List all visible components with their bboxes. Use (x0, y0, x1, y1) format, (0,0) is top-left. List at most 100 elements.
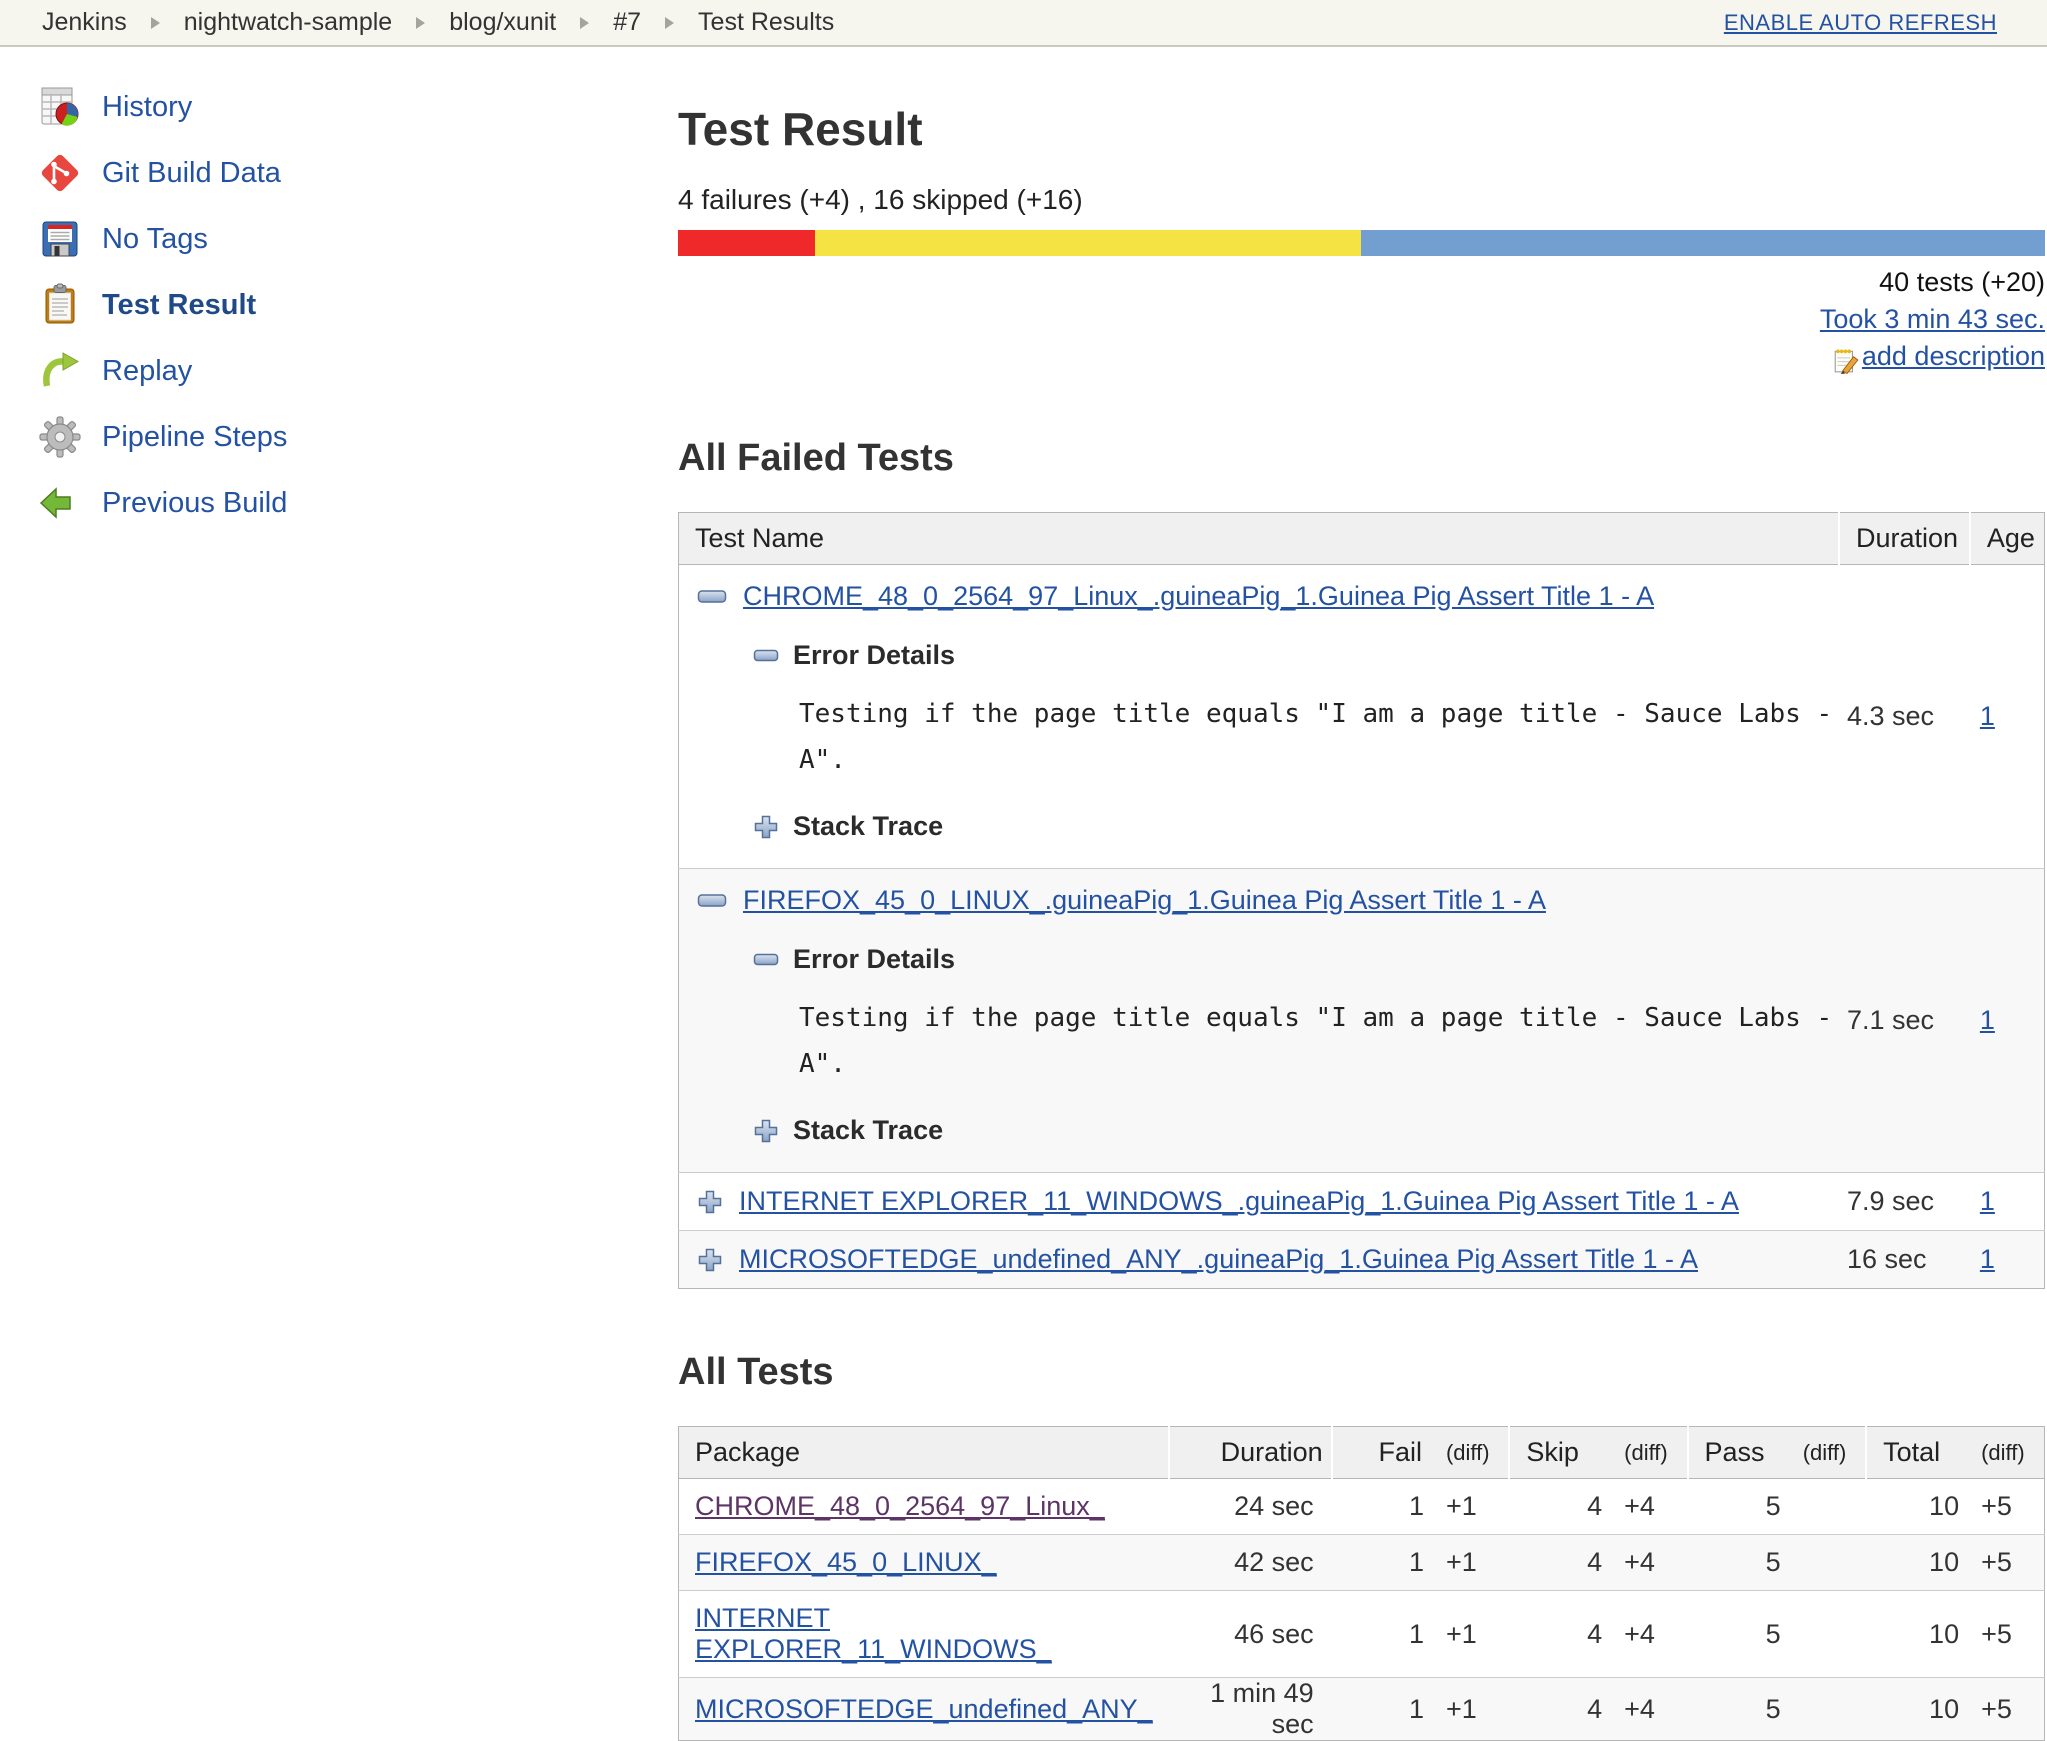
enable-auto-refresh-link[interactable]: ENABLE AUTO REFRESH (1724, 10, 1997, 36)
failed-test-row: CHROME_48_0_2564_97_Linux_.guineaPig_1.G… (678, 564, 2045, 869)
stack-trace-label: Stack Trace (793, 811, 944, 841)
expand-icon[interactable] (697, 1189, 723, 1215)
column-pass-diff: (diff) (1786, 1426, 1867, 1479)
all-tests-header-row: Package Duration Fail (diff) Skip (diff)… (678, 1426, 2045, 1479)
pass-count: 5 (1687, 1534, 1787, 1591)
pass-count: 5 (1687, 1677, 1787, 1741)
sidebar-item-no-tags[interactable]: No Tags (38, 217, 638, 261)
skip-count: 4 (1509, 1478, 1609, 1535)
expand-icon[interactable] (697, 1247, 723, 1273)
fail-diff: +1 (1429, 1534, 1510, 1591)
fail-count: 1 (1331, 1590, 1430, 1678)
sidebar-item-pipeline-steps[interactable]: Pipeline Steps (38, 415, 638, 459)
sidebar-item-previous-build[interactable]: Previous Build (38, 481, 638, 525)
skip-diff: +4 (1608, 1677, 1688, 1741)
sidebar-item-test-result[interactable]: Test Result (38, 283, 638, 327)
pass-diff (1786, 1677, 1867, 1741)
error-details-label: Error Details (793, 640, 956, 670)
failed-test-duration: 4.3 sec (1839, 564, 1970, 869)
failed-test-link[interactable]: MICROSOFTEDGE_undefined_ANY_.guineaPig_1… (739, 1244, 1698, 1275)
failed-test-row: MICROSOFTEDGE_undefined_ANY_.guineaPig_1… (678, 1230, 2045, 1289)
failed-test-duration: 16 sec (1839, 1230, 1970, 1289)
total-diff: +5 (1965, 1478, 2045, 1535)
edit-note-icon (1834, 349, 1859, 374)
failed-bar-segment (678, 230, 815, 256)
took-duration-link[interactable]: Took 3 min 43 sec. (1820, 304, 2045, 334)
pass-diff (1786, 1590, 1867, 1678)
total-count: 10 (1866, 1534, 1966, 1591)
package-duration: 46 sec (1168, 1590, 1332, 1678)
fail-diff: +1 (1429, 1677, 1510, 1741)
sidebar-item-replay[interactable]: Replay (38, 349, 638, 393)
sidebar-item-git-build-data[interactable]: Git Build Data (38, 151, 638, 195)
fail-diff: +1 (1429, 1590, 1510, 1678)
package-row: FIREFOX_45_0_LINUX_ 42 sec 1 +1 4 +4 5 1… (678, 1534, 2045, 1591)
pass-count: 5 (1687, 1590, 1787, 1678)
package-row: CHROME_48_0_2564_97_Linux_ 24 sec 1 +1 4… (678, 1478, 2045, 1535)
total-diff: +5 (1965, 1590, 2045, 1678)
failed-test-age-link[interactable]: 1 (1980, 1005, 1995, 1035)
collapse-icon[interactable] (753, 649, 779, 662)
all-tests-table: Package Duration Fail (diff) Skip (diff)… (678, 1426, 2045, 1741)
sidebar-item-label: Replay (102, 354, 193, 387)
package-row: MICROSOFTEDGE_undefined_ANY_ 1 min 49 se… (678, 1677, 2045, 1741)
expand-icon[interactable] (753, 814, 779, 840)
error-message: Testing if the page title equals "I am a… (799, 699, 1833, 775)
collapse-icon[interactable] (753, 953, 779, 966)
pass-diff (1786, 1534, 1867, 1591)
breadcrumb-item-build[interactable]: #7 (613, 8, 641, 37)
previous-build-icon (39, 487, 71, 519)
page-title: Test Result (678, 103, 923, 155)
breadcrumb-separator-icon (416, 16, 426, 29)
column-total: Total (1865, 1426, 1966, 1479)
failed-test-age-link[interactable]: 1 (1980, 1244, 1995, 1274)
failed-test-duration: 7.9 sec (1839, 1172, 1970, 1231)
error-message: Testing if the page title equals "I am a… (799, 1003, 1833, 1079)
add-description-link[interactable]: add description (1862, 338, 2045, 375)
total-count: 10 (1866, 1590, 1966, 1678)
test-result-bar (678, 230, 2045, 256)
breadcrumb-item-test-results[interactable]: Test Results (698, 8, 834, 37)
package-link[interactable]: INTERNET EXPLORER_11_WINDOWS_ (695, 1603, 1052, 1664)
failed-tests-heading: All Failed Tests (678, 437, 954, 479)
error-details-label: Error Details (793, 944, 956, 974)
breadcrumb-item-job[interactable]: nightwatch-sample (184, 8, 392, 37)
failed-test-row: INTERNET EXPLORER_11_WINDOWS_.guineaPig_… (678, 1172, 2045, 1231)
gear-icon (39, 416, 81, 458)
error-details-toggle[interactable]: Error Details (753, 640, 1839, 671)
fail-count: 1 (1331, 1534, 1430, 1591)
error-details-toggle[interactable]: Error Details (753, 944, 1839, 975)
column-total-diff: (diff) (1965, 1426, 2045, 1479)
total-diff: +5 (1965, 1534, 2045, 1591)
expand-icon[interactable] (753, 1118, 779, 1144)
collapse-icon[interactable] (697, 893, 727, 908)
failed-test-age-link[interactable]: 1 (1980, 1186, 1995, 1216)
sidebar-item-label: Pipeline Steps (102, 420, 288, 453)
package-link[interactable]: FIREFOX_45_0_LINUX_ (695, 1547, 997, 1577)
failed-test-age-link[interactable]: 1 (1980, 701, 1995, 731)
stack-trace-toggle[interactable]: Stack Trace (753, 811, 1839, 842)
fail-diff: +1 (1429, 1478, 1510, 1535)
package-link[interactable]: CHROME_48_0_2564_97_Linux_ (695, 1491, 1105, 1521)
breadcrumb-item-branch[interactable]: blog/xunit (449, 8, 556, 37)
failed-test-link[interactable]: CHROME_48_0_2564_97_Linux_.guineaPig_1.G… (743, 581, 1654, 612)
sidebar-item-label: No Tags (102, 222, 208, 255)
skip-diff: +4 (1608, 1590, 1688, 1678)
sidebar-item-history[interactable]: History (38, 85, 638, 129)
fail-count: 1 (1331, 1677, 1430, 1741)
collapse-icon[interactable] (697, 589, 727, 604)
fail-count: 1 (1331, 1478, 1430, 1535)
failed-test-link[interactable]: INTERNET EXPLORER_11_WINDOWS_.guineaPig_… (739, 1186, 1739, 1217)
stack-trace-toggle[interactable]: Stack Trace (753, 1115, 1839, 1146)
package-duration: 42 sec (1168, 1534, 1332, 1591)
skip-diff: +4 (1608, 1534, 1688, 1591)
sidebar: History Git Build Data No Tags Test Resu… (38, 85, 638, 547)
skip-count: 4 (1509, 1534, 1609, 1591)
total-tests-label: 40 tests (+20) (1879, 267, 2045, 297)
package-link[interactable]: MICROSOFTEDGE_undefined_ANY_ (695, 1694, 1153, 1724)
breadcrumb-item-jenkins[interactable]: Jenkins (42, 8, 127, 37)
clipboard-icon (45, 283, 75, 324)
failed-test-link[interactable]: FIREFOX_45_0_LINUX_.guineaPig_1.Guinea P… (743, 885, 1546, 916)
failed-tests-table: Test Name Duration Age CHROME_48_0_2564_… (678, 512, 2045, 1289)
stack-trace-label: Stack Trace (793, 1115, 944, 1145)
